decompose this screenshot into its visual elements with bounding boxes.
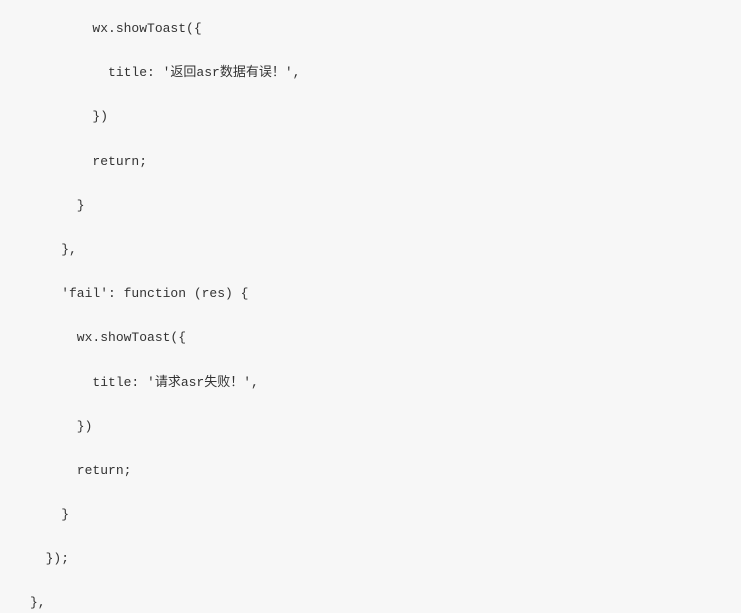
code-line: wx.showToast({ bbox=[30, 329, 711, 347]
code-line: wx.showToast({ bbox=[30, 20, 711, 38]
code-line: }, bbox=[30, 594, 711, 612]
code-line: title: '请求asr失败！', bbox=[30, 374, 711, 392]
code-line: return; bbox=[30, 462, 711, 480]
code-block: wx.showToast({ title: '返回asr数据有误！', }) r… bbox=[30, 20, 711, 613]
code-line: }); bbox=[30, 550, 711, 568]
code-line: }, bbox=[30, 241, 711, 259]
code-line: } bbox=[30, 506, 711, 524]
code-line: }) bbox=[30, 418, 711, 436]
code-line: 'fail': function (res) { bbox=[30, 285, 711, 303]
code-line: return; bbox=[30, 153, 711, 171]
code-line: }) bbox=[30, 108, 711, 126]
code-line: title: '返回asr数据有误！', bbox=[30, 64, 711, 82]
code-line: } bbox=[30, 197, 711, 215]
